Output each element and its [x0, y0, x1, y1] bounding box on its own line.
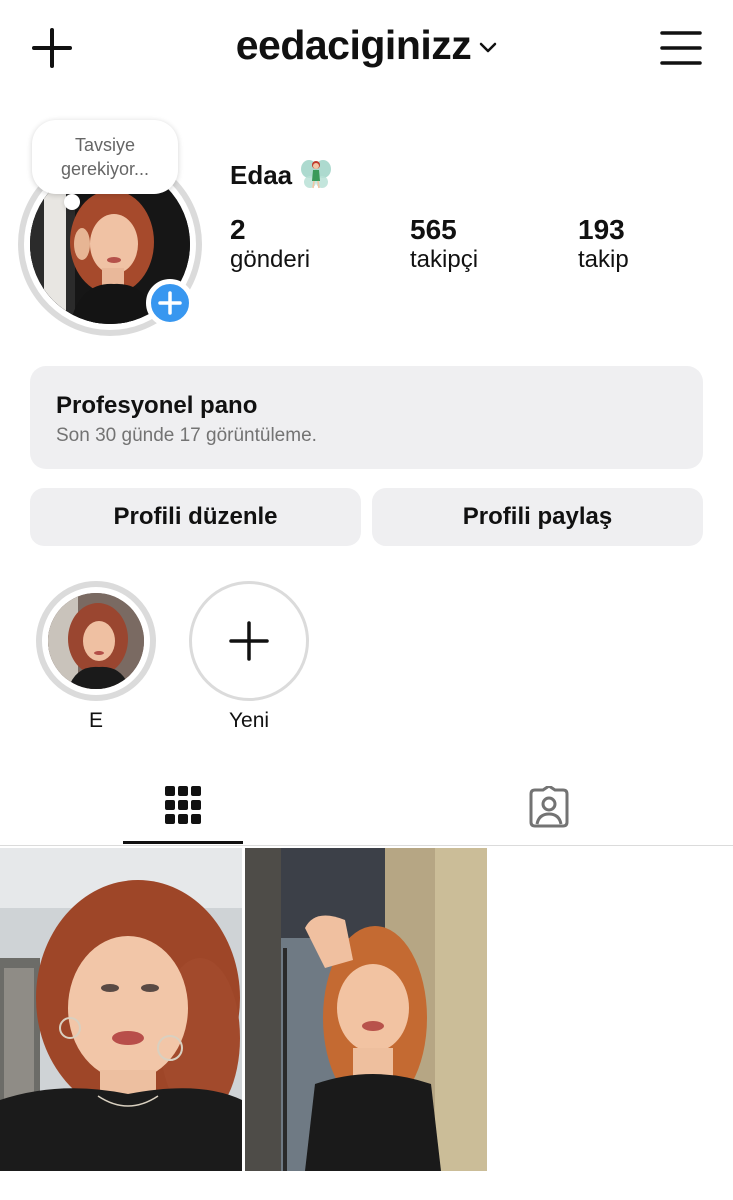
chevron-down-icon [480, 42, 497, 53]
stat-label: gönderi [230, 246, 311, 273]
post-image [245, 848, 487, 1171]
highlight-image [48, 593, 144, 689]
username-switcher[interactable]: eedaciginizz [0, 22, 733, 69]
note-text: Tavsiye gerekiyor... [60, 135, 150, 179]
stat-followers[interactable]: 565 takipçi [410, 214, 478, 274]
plus-icon [158, 291, 182, 315]
dashboard-title: Profesyonel pano [56, 392, 258, 419]
note-bubble-tail [64, 194, 80, 210]
fairy-emoji [301, 160, 331, 189]
stat-value: 193 [578, 214, 625, 245]
post-thumbnail[interactable] [0, 848, 242, 1171]
post-image [0, 848, 242, 1171]
stat-value: 565 [410, 214, 457, 245]
add-story-button[interactable] [146, 279, 194, 327]
highlight-label: E [88, 709, 103, 732]
stat-label: takip [578, 246, 629, 273]
active-tab-indicator [123, 841, 243, 844]
note-bubble[interactable]: Tavsiye gerekiyor... [32, 120, 178, 194]
username: eedaciginizz [235, 22, 472, 68]
grid-icon[interactable] [164, 784, 202, 826]
highlight-cover [48, 593, 144, 689]
stat-value: 2 [230, 214, 246, 245]
tagged-person-icon[interactable] [527, 786, 571, 828]
stat-label: takipçi [410, 246, 479, 273]
highlight-label: Yeni [228, 709, 270, 732]
tab-divider [0, 845, 733, 846]
stat-following[interactable]: 193 takip [578, 214, 629, 274]
display-name: Edaa [230, 160, 293, 190]
stat-posts[interactable]: 2 gönderi [230, 214, 310, 274]
plus-icon [229, 621, 269, 661]
dashboard-subtitle: Son 30 günde 17 görüntüleme. [56, 425, 317, 446]
post-thumbnail[interactable] [245, 848, 487, 1171]
hamburger-menu-icon[interactable] [658, 28, 704, 68]
edit-profile-button[interactable]: Profili düzenle [30, 488, 361, 546]
share-profile-button[interactable]: Profili paylaş [372, 488, 703, 546]
